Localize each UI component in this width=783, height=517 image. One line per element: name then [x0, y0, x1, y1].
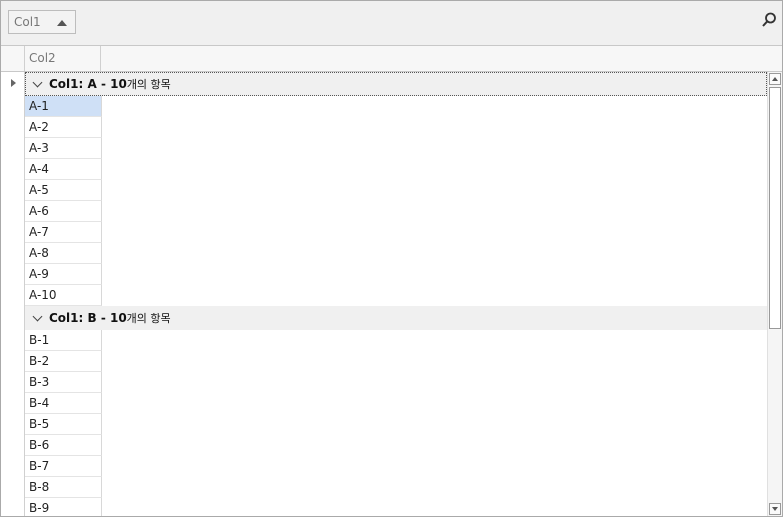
cell-col2[interactable]: B-7	[25, 456, 102, 477]
cell-col2[interactable]: A-8	[25, 243, 102, 264]
group-row-b[interactable]: Col1: B - 10개의 항목	[25, 306, 767, 330]
table-row[interactable]: B-6	[25, 435, 767, 456]
group-panel: Col1	[1, 1, 782, 46]
cell-col2[interactable]: B-9	[25, 498, 102, 516]
arrow-up-icon	[772, 77, 778, 81]
scroll-up-button[interactable]	[769, 73, 781, 85]
column-header-row: Col2	[1, 46, 782, 72]
cell-col2[interactable]: A-2	[25, 117, 102, 138]
table-row[interactable]: B-7	[25, 456, 767, 477]
table-row[interactable]: A-7	[25, 222, 767, 243]
table-row[interactable]: B-9	[25, 498, 767, 516]
arrow-down-icon	[772, 507, 778, 511]
group-row-a[interactable]: Col1: A - 10개의 항목	[25, 72, 767, 96]
cell-col2[interactable]: B-2	[25, 351, 102, 372]
table-row[interactable]: A-8	[25, 243, 767, 264]
group-label: Col1: A - 10개의 항목	[49, 77, 171, 91]
table-row[interactable]: B-8	[25, 477, 767, 498]
table-row[interactable]: A-3	[25, 138, 767, 159]
table-row[interactable]: A-5	[25, 180, 767, 201]
table-row[interactable]: B-1	[25, 330, 767, 351]
table-row[interactable]: B-5	[25, 414, 767, 435]
cell-col2[interactable]: B-3	[25, 372, 102, 393]
table-row[interactable]: A-2	[25, 117, 767, 138]
table-row[interactable]: A-4	[25, 159, 767, 180]
cell-col2[interactable]: A-7	[25, 222, 102, 243]
cell-col2[interactable]: B-6	[25, 435, 102, 456]
cell-col2[interactable]: A-6	[25, 201, 102, 222]
scroll-down-button[interactable]	[769, 503, 781, 515]
group-chip-label: Col1	[14, 15, 41, 29]
group-chip-col1[interactable]: Col1	[8, 10, 76, 34]
cell-col2[interactable]: A-4	[25, 159, 102, 180]
indicator-header	[1, 46, 25, 71]
cell-col2[interactable]: A-1	[25, 96, 102, 117]
table-row[interactable]: A-10	[25, 285, 767, 306]
cell-col2[interactable]: B-1	[25, 330, 102, 351]
grid-rows: Col1: A - 10개의 항목 A-1 A-2 A-3 A-4 A-5 A-…	[25, 72, 767, 516]
table-row[interactable]: B-2	[25, 351, 767, 372]
table-row[interactable]: B-4	[25, 393, 767, 414]
group-label: Col1: B - 10개의 항목	[49, 311, 171, 325]
data-grid: Col1 Col2 Col1: A - 10개의 항목 A-1 A-2 A-3 …	[0, 0, 783, 517]
row-pointer-icon	[11, 79, 16, 87]
cell-col2[interactable]: B-8	[25, 477, 102, 498]
table-row[interactable]: B-3	[25, 372, 767, 393]
cell-col2[interactable]: B-4	[25, 393, 102, 414]
column-header-label: Col2	[29, 51, 56, 65]
table-row[interactable]: A-9	[25, 264, 767, 285]
vertical-scrollbar[interactable]	[767, 72, 782, 516]
cell-col2[interactable]: B-5	[25, 414, 102, 435]
cell-col2[interactable]: A-10	[25, 285, 102, 306]
chevron-down-icon[interactable]	[32, 77, 43, 88]
cell-col2[interactable]: A-3	[25, 138, 102, 159]
table-row[interactable]: A-6	[25, 201, 767, 222]
search-icon[interactable]	[760, 11, 778, 29]
table-row[interactable]: A-1	[25, 96, 767, 117]
sort-ascending-icon	[57, 20, 67, 26]
column-header-col2[interactable]: Col2	[25, 46, 101, 71]
row-indicator-column	[1, 72, 25, 516]
chevron-down-icon[interactable]	[32, 311, 43, 322]
cell-col2[interactable]: A-5	[25, 180, 102, 201]
scrollbar-thumb[interactable]	[769, 87, 781, 329]
cell-col2[interactable]: A-9	[25, 264, 102, 285]
